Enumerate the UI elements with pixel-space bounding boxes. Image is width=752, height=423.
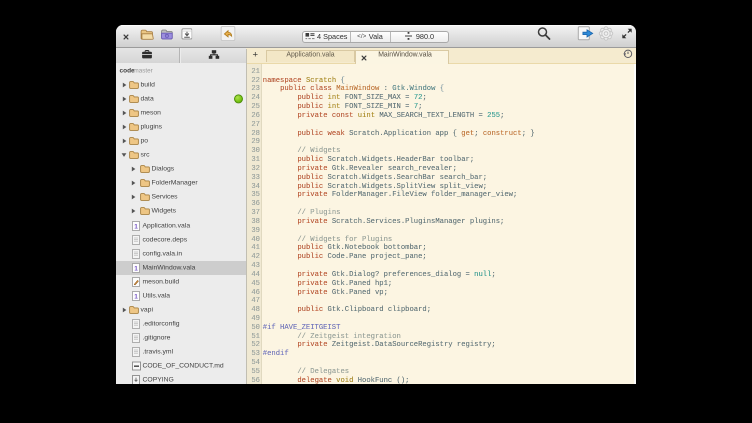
svg-text:1: 1 [134, 223, 138, 230]
svg-text:1: 1 [134, 265, 138, 272]
svg-text:1: 1 [134, 293, 138, 300]
